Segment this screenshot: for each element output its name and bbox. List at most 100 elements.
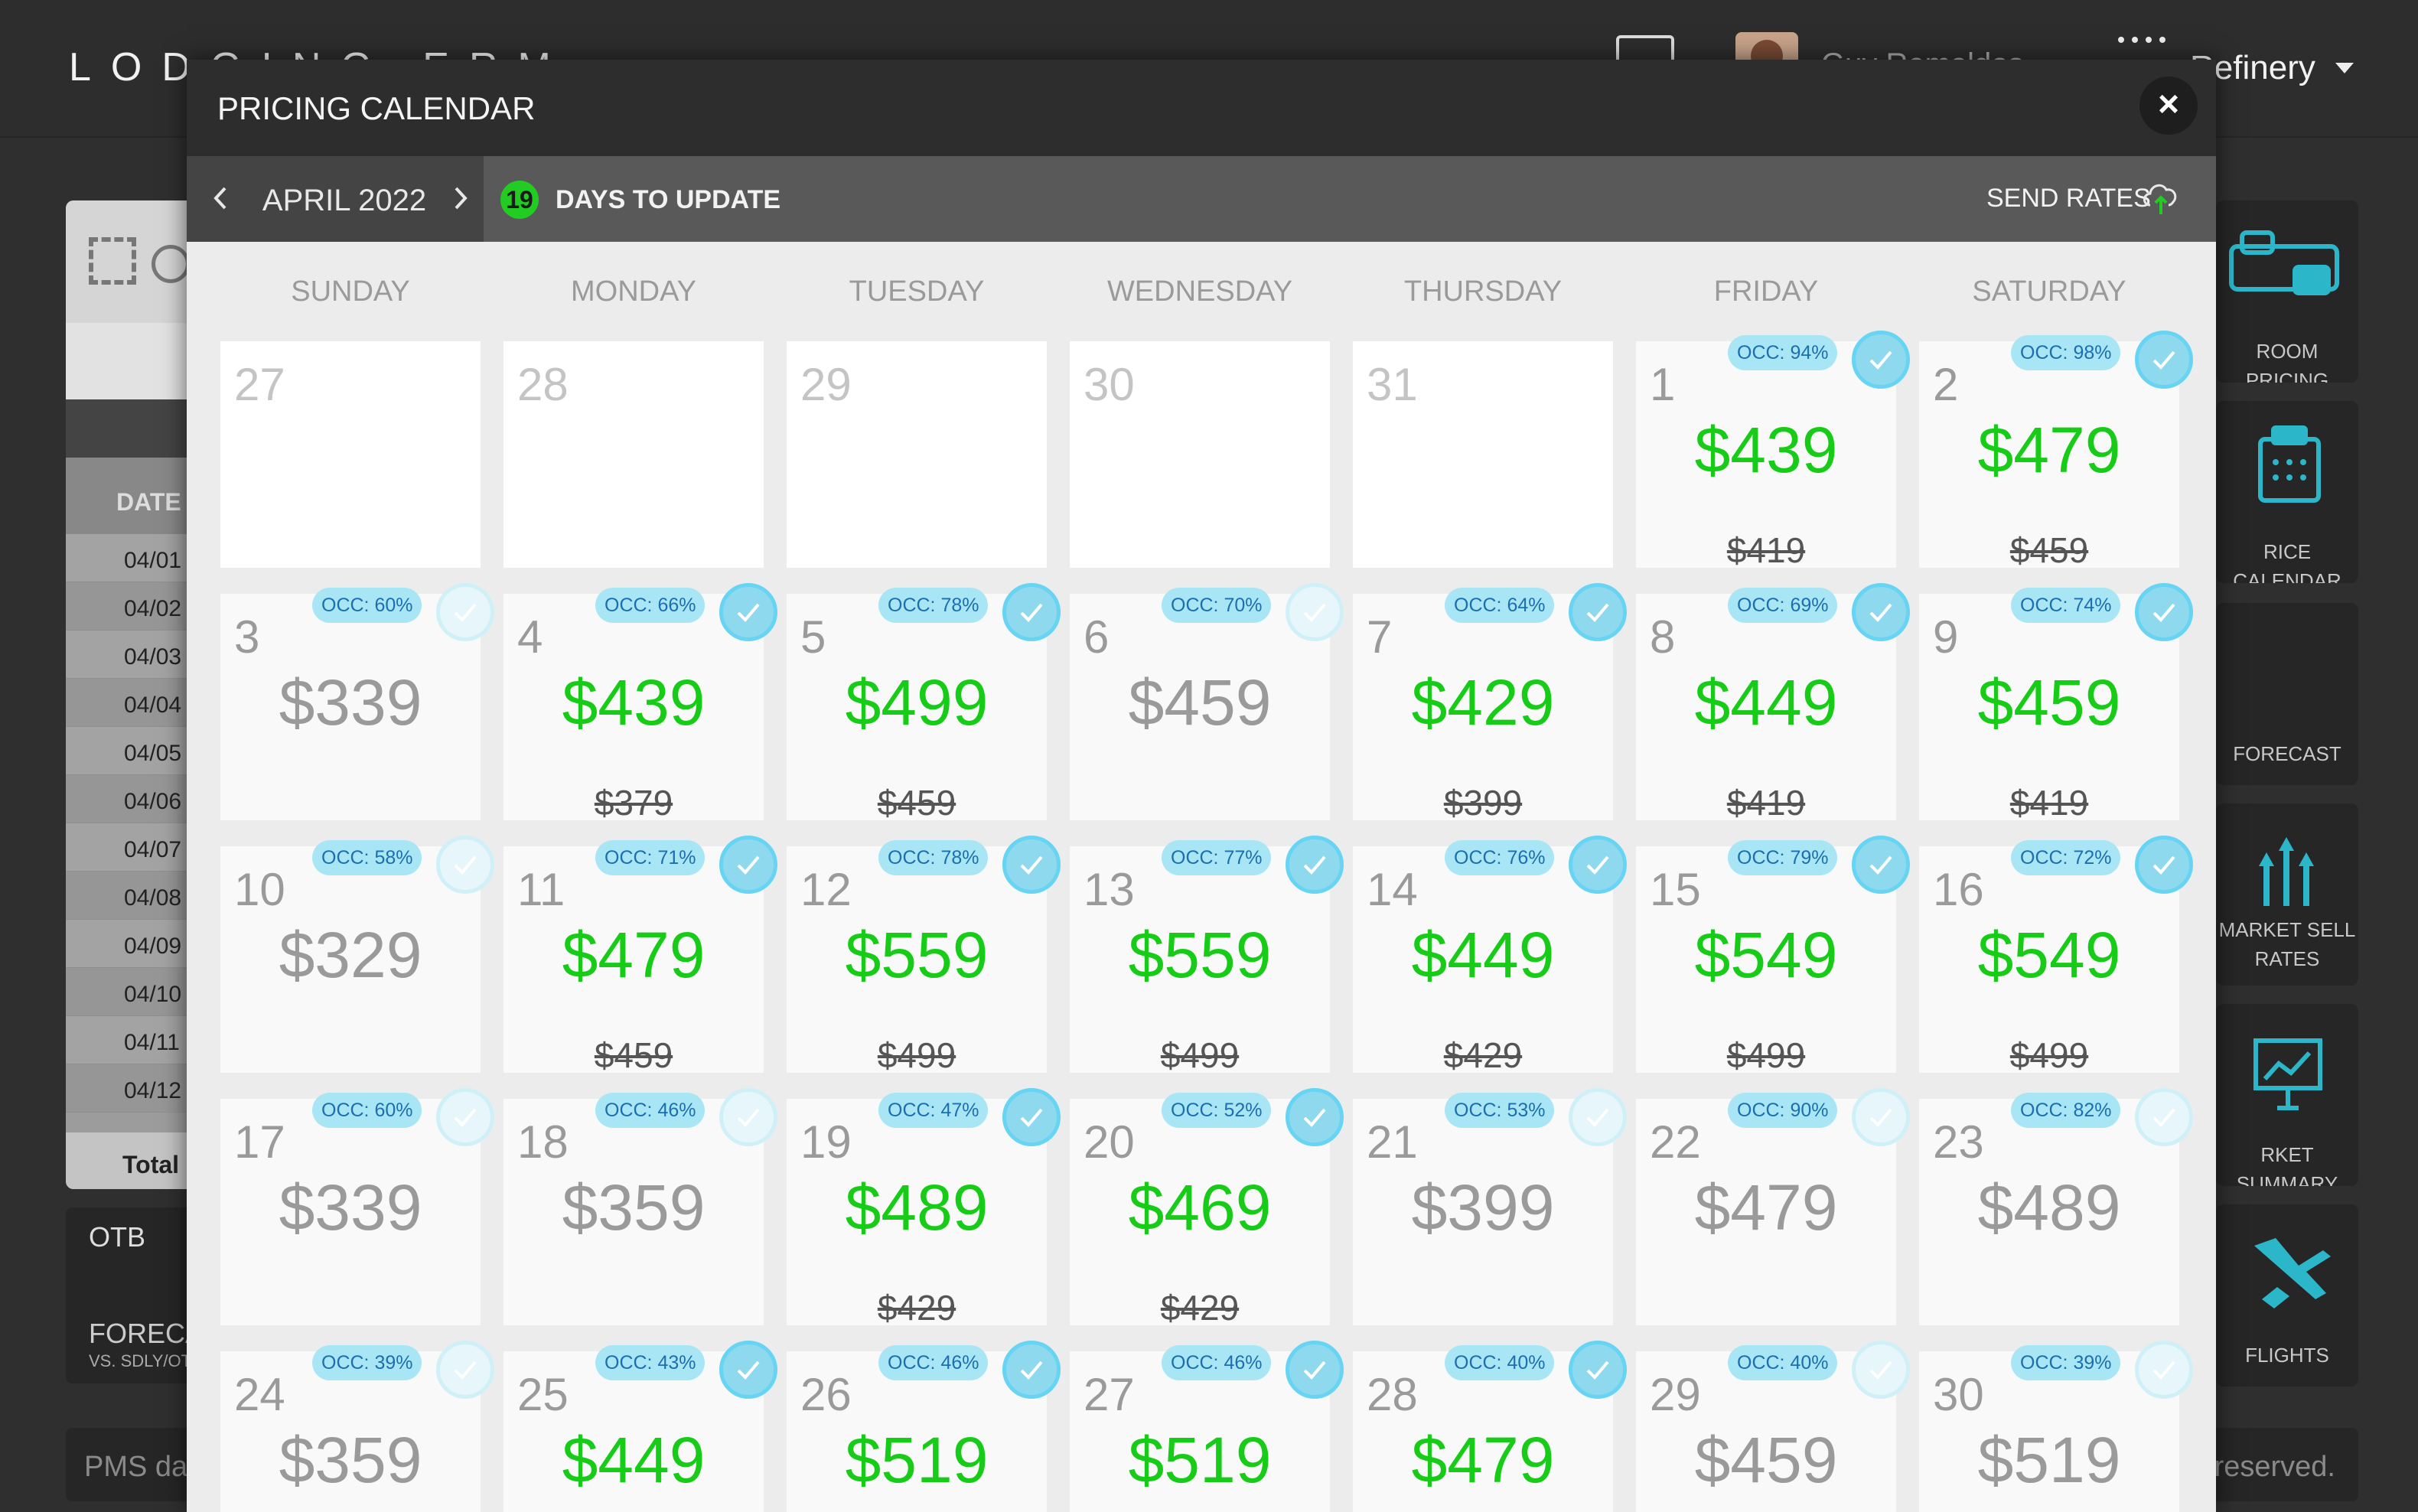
approve-rate-checkbox[interactable] bbox=[1852, 583, 1910, 641]
calendar-day[interactable]: 7 OCC: 64% $429 $399 bbox=[1353, 583, 1627, 823]
tile-flights[interactable]: FLIGHTS bbox=[2216, 1204, 2358, 1387]
approve-rate-checkbox[interactable] bbox=[1569, 836, 1627, 894]
checkmark-icon bbox=[1303, 1360, 1326, 1380]
cloud-upload-icon[interactable] bbox=[2139, 174, 2182, 217]
calendar-day[interactable]: 2 OCC: 98% $479 $459 bbox=[1919, 331, 2193, 570]
approve-rate-checkbox[interactable] bbox=[1286, 836, 1344, 894]
calendar-day[interactable]: 30 OCC: 39% $519 bbox=[1919, 1341, 2193, 1512]
calendar-day[interactable]: 4 OCC: 66% $439 $379 bbox=[503, 583, 777, 823]
approve-rate-checkbox[interactable] bbox=[1002, 1088, 1061, 1146]
calendar-day[interactable]: 6 OCC: 70% $459 bbox=[1070, 583, 1344, 820]
calendar-day[interactable]: 25 OCC: 43% $449 bbox=[503, 1341, 777, 1512]
zoom-in-icon[interactable] bbox=[152, 245, 190, 283]
calendar-day[interactable]: 8 OCC: 69% $449 $419 bbox=[1636, 583, 1910, 823]
weekday-thursday: THURSDAY bbox=[1403, 275, 1563, 308]
approve-rate-checkbox[interactable] bbox=[1002, 583, 1061, 641]
approve-rate-checkbox[interactable] bbox=[1852, 331, 1910, 389]
calendar-day-outside-month[interactable]: 27 bbox=[220, 341, 481, 568]
approve-rate-checkbox[interactable] bbox=[1286, 583, 1344, 641]
calendar-day[interactable]: 13 OCC: 77% $559 $499 bbox=[1070, 836, 1344, 1075]
calendar-day[interactable]: 5 OCC: 78% $499 $459 bbox=[787, 583, 1061, 823]
approve-rate-checkbox[interactable] bbox=[1569, 1341, 1627, 1399]
calendar-day[interactable]: 12 OCC: 78% $559 $499 bbox=[787, 836, 1061, 1075]
calendar-day[interactable]: 23 OCC: 82% $489 bbox=[1919, 1088, 2193, 1325]
calendar-day[interactable]: 14 OCC: 76% $449 $429 bbox=[1353, 836, 1627, 1075]
approve-rate-checkbox[interactable] bbox=[719, 836, 777, 894]
approve-rate-checkbox[interactable] bbox=[719, 583, 777, 641]
occupancy-badge: OCC: 98% bbox=[2011, 335, 2121, 370]
approve-rate-checkbox[interactable] bbox=[719, 1088, 777, 1146]
calendar-day[interactable]: 19 OCC: 47% $489 $429 bbox=[787, 1088, 1061, 1328]
close-button[interactable]: × bbox=[2139, 77, 2198, 135]
calendar-day[interactable]: 27 OCC: 46% $519 bbox=[1070, 1341, 1344, 1512]
market-rates-icon bbox=[2259, 837, 2314, 906]
calendar-day[interactable]: 20 OCC: 52% $469 $429 bbox=[1070, 1088, 1344, 1328]
tile-forecast[interactable]: FORECAST bbox=[2216, 603, 2358, 785]
calendar-day[interactable]: 18 OCC: 46% $359 bbox=[503, 1088, 777, 1325]
day-number: 27 bbox=[1084, 1369, 1135, 1420]
approve-rate-checkbox[interactable] bbox=[436, 1341, 494, 1399]
approve-rate-checkbox[interactable] bbox=[2135, 331, 2193, 389]
calendar-day[interactable]: 10 OCC: 58% $329 bbox=[220, 836, 494, 1073]
approve-rate-checkbox[interactable] bbox=[2135, 583, 2193, 641]
calendar-day[interactable]: 16 OCC: 72% $549 $499 bbox=[1919, 836, 2193, 1075]
calendar-day[interactable]: 21 OCC: 53% $399 bbox=[1353, 1088, 1627, 1325]
previous-price: $429 bbox=[1160, 1288, 1240, 1328]
day-number: 9 bbox=[1933, 611, 1959, 663]
approve-rate-checkbox[interactable] bbox=[1002, 1341, 1061, 1399]
calendar-day-outside-month[interactable]: 28 bbox=[503, 341, 764, 568]
checkmark-icon bbox=[1586, 1108, 1609, 1127]
calendar-day[interactable]: 22 OCC: 90% $479 bbox=[1636, 1088, 1910, 1325]
occupancy-badge: OCC: 82% bbox=[2011, 1093, 2121, 1128]
modal-header: PRICING CALENDAR × bbox=[187, 60, 2216, 156]
calendar-day[interactable]: 3 OCC: 60% $339 bbox=[220, 583, 494, 820]
occupancy-badge: OCC: 46% bbox=[595, 1093, 706, 1128]
previous-price: $499 bbox=[2009, 1035, 2089, 1075]
calendar-day[interactable]: 15 OCC: 79% $549 $499 bbox=[1636, 836, 1910, 1075]
send-rates-button[interactable]: SEND RATES bbox=[1986, 184, 2151, 213]
approve-rate-checkbox[interactable] bbox=[436, 1088, 494, 1146]
tile-market-sell-rates[interactable]: MARKET SELL RATES bbox=[2216, 803, 2358, 986]
calendar-day[interactable]: 28 OCC: 40% $479 bbox=[1353, 1341, 1627, 1512]
approve-rate-checkbox[interactable] bbox=[2135, 1088, 2193, 1146]
approve-rate-checkbox[interactable] bbox=[2135, 836, 2193, 894]
calendar-day[interactable]: 1 OCC: 94% $439 $419 bbox=[1636, 331, 1910, 570]
tile-market-summary[interactable]: RKET SUMMARY bbox=[2216, 1004, 2358, 1186]
chevron-left-icon[interactable] bbox=[208, 185, 234, 211]
calendar-day[interactable]: 29 OCC: 40% $459 bbox=[1636, 1341, 1910, 1512]
chevron-right-icon[interactable] bbox=[447, 185, 473, 211]
recommended-price: $519 bbox=[845, 1424, 989, 1496]
calendar-day[interactable]: 17 OCC: 60% $339 bbox=[220, 1088, 494, 1325]
calendar-day[interactable]: 24 OCC: 39% $359 bbox=[220, 1341, 494, 1512]
approve-rate-checkbox[interactable] bbox=[719, 1341, 777, 1399]
approve-rate-checkbox[interactable] bbox=[1286, 1341, 1344, 1399]
calendar-day[interactable]: 11 OCC: 71% $479 $459 bbox=[503, 836, 777, 1075]
calendar-day[interactable]: 26 OCC: 46% $519 bbox=[787, 1341, 1061, 1512]
calendar-day-outside-month[interactable]: 31 bbox=[1353, 341, 1613, 568]
approve-rate-checkbox[interactable] bbox=[1569, 583, 1627, 641]
tile-price-calendar[interactable]: RICE CALENDAR bbox=[2216, 401, 2358, 583]
approve-rate-checkbox[interactable] bbox=[436, 583, 494, 641]
approve-rate-checkbox[interactable] bbox=[1002, 836, 1061, 894]
approve-rate-checkbox[interactable] bbox=[1286, 1088, 1344, 1146]
approve-rate-checkbox[interactable] bbox=[1569, 1088, 1627, 1146]
checkmark-icon bbox=[1303, 603, 1326, 622]
day-number: 13 bbox=[1084, 864, 1135, 915]
approve-rate-checkbox[interactable] bbox=[436, 836, 494, 894]
calendar-day-outside-month[interactable]: 30 bbox=[1070, 341, 1330, 568]
previous-price: $459 bbox=[2009, 530, 2089, 570]
approve-rate-checkbox[interactable] bbox=[1852, 1088, 1910, 1146]
pms-status-text: PMS da bbox=[84, 1451, 188, 1483]
chevron-down-icon[interactable] bbox=[2335, 63, 2354, 73]
approve-rate-checkbox[interactable] bbox=[1852, 1341, 1910, 1399]
day-number: 30 bbox=[1933, 1369, 1984, 1420]
expand-icon[interactable] bbox=[89, 237, 136, 285]
calendar-day[interactable]: 9 OCC: 74% $459 $419 bbox=[1919, 583, 2193, 823]
approve-rate-checkbox[interactable] bbox=[2135, 1341, 2193, 1399]
calendar-day-outside-month[interactable]: 29 bbox=[787, 341, 1047, 568]
approve-rate-checkbox[interactable] bbox=[1852, 836, 1910, 894]
weekday-header-row: SUNDAY MONDAY TUESDAY WEDNESDAY THURSDAY FRID… bbox=[220, 275, 2201, 321]
tile-room-pricing[interactable]: ROOM PRICING bbox=[2216, 200, 2358, 383]
day-number: 29 bbox=[800, 359, 852, 410]
recommended-price: $559 bbox=[1128, 919, 1272, 991]
